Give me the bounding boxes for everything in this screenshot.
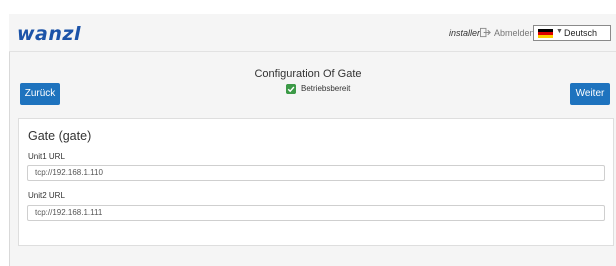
check-icon <box>286 84 296 94</box>
language-select[interactable]: ▼ Deutsch <box>533 25 611 41</box>
unit1-url-input[interactable]: tcp://192.168.1.110 <box>27 165 605 181</box>
next-button[interactable]: Weiter <box>570 83 610 105</box>
current-user: installer <box>449 28 481 38</box>
gate-config-panel: Gate (gate) Unit1 URL tcp://192.168.1.11… <box>18 118 614 246</box>
wanzl-logo[interactable]: wanzl <box>17 23 81 45</box>
german-flag-icon <box>538 29 553 38</box>
logout-link[interactable]: Abmelden <box>494 28 535 38</box>
back-button[interactable]: Zurück <box>20 83 60 105</box>
status-label: Betriebsbereit <box>301 84 351 93</box>
panel-title: Gate (gate) <box>28 129 92 143</box>
language-label: Deutsch <box>564 28 598 38</box>
unit1-url-label: Unit1 URL <box>28 152 65 161</box>
top-bar: wanzl installer Abmelden ▼ Deutsch <box>9 14 616 52</box>
chevron-down-icon: ▼ <box>556 28 563 35</box>
unit2-url-label: Unit2 URL <box>28 191 65 200</box>
page-title: Configuration Of Gate <box>254 68 362 80</box>
logout-icon[interactable] <box>480 27 491 38</box>
unit2-url-input[interactable]: tcp://192.168.1.111 <box>27 205 605 221</box>
